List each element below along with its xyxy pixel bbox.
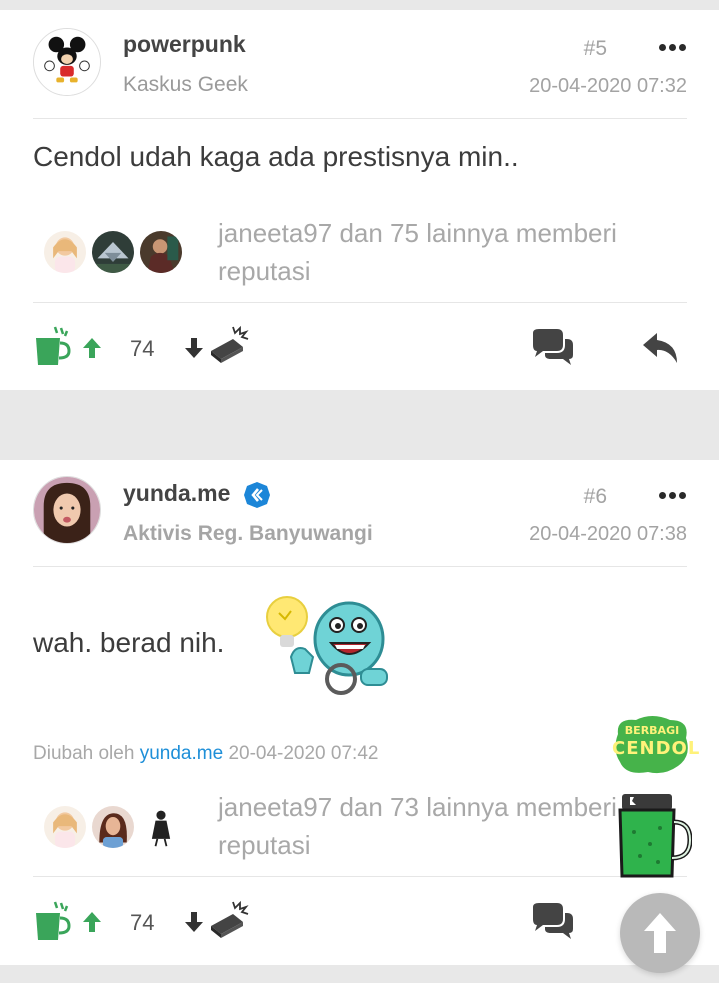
arrow-down-icon[interactable]	[183, 336, 205, 360]
reputation-avatar[interactable]	[138, 804, 184, 850]
user-rank: Aktivis Reg. Banyuwangi	[123, 522, 373, 545]
reputation-avatar[interactable]	[138, 229, 184, 275]
comment-icon[interactable]	[529, 329, 577, 367]
reply-icon[interactable]	[641, 331, 681, 365]
reputation-avatar[interactable]	[90, 804, 136, 850]
berbagi-label: BERBAGI	[624, 724, 680, 737]
arrow-up-icon[interactable]	[81, 910, 103, 934]
scroll-top-button[interactable]	[620, 893, 700, 973]
avatar[interactable]	[33, 28, 101, 96]
cendol-up-icon[interactable]	[33, 900, 73, 942]
comment-icon[interactable]	[529, 903, 577, 941]
reputation-avatar[interactable]	[42, 229, 88, 275]
arrow-up-icon[interactable]	[81, 336, 103, 360]
post-content: wah. berad nih.	[33, 627, 225, 658]
reputation-avatar[interactable]	[90, 229, 136, 275]
post-number[interactable]: #6	[584, 485, 607, 509]
divider	[33, 118, 687, 119]
post-content: Cendol udah kaga ada prestisnya min..	[33, 141, 519, 172]
edited-time: 20-04-2020 07:42	[228, 743, 379, 764]
vote-count: 74	[130, 336, 155, 361]
post-number[interactable]: #5	[584, 37, 607, 61]
divider	[33, 302, 687, 303]
sticker-emoticon	[266, 596, 388, 695]
bata-icon[interactable]	[207, 900, 251, 940]
cendol-up-icon[interactable]	[33, 325, 73, 367]
reputation-avatar[interactable]	[42, 804, 88, 850]
berbagi-cendol-promo[interactable]: BERBAGI CENDOL	[612, 712, 701, 882]
username[interactable]: powerpunk	[123, 31, 246, 58]
avatar[interactable]	[33, 476, 101, 544]
bata-icon[interactable]	[207, 325, 251, 365]
divider	[33, 566, 687, 567]
more-icon[interactable]	[659, 42, 687, 52]
vote-count: 74	[130, 910, 155, 935]
reputation-text[interactable]: janeeta97 dan 73 lainnya memberi reputas…	[218, 788, 618, 864]
cendol-label: CENDOL	[612, 738, 701, 759]
post-card-5: powerpunk Kaskus Geek #5 20-04-2020 07:3…	[0, 10, 719, 390]
edited-prefix: Diubah oleh	[33, 743, 135, 764]
reputation-text[interactable]: janeeta97 dan 75 lainnya memberi reputas…	[218, 214, 658, 290]
edited-user-link[interactable]: yunda.me	[140, 743, 223, 764]
more-icon[interactable]	[659, 490, 687, 500]
arrow-down-icon[interactable]	[183, 910, 205, 934]
scroll-top-icon	[644, 913, 676, 953]
cendol-jar-icon	[618, 794, 692, 878]
divider	[33, 876, 687, 877]
edited-note: Diubah oleh yunda.me 20-04-2020 07:42	[33, 743, 378, 765]
user-rank: Kaskus Geek	[123, 73, 248, 96]
verified-icon	[244, 482, 270, 508]
post-timestamp: 20-04-2020 07:38	[529, 523, 687, 545]
post-timestamp: 20-04-2020 07:32	[529, 75, 687, 97]
username[interactable]: yunda.me	[123, 480, 230, 507]
